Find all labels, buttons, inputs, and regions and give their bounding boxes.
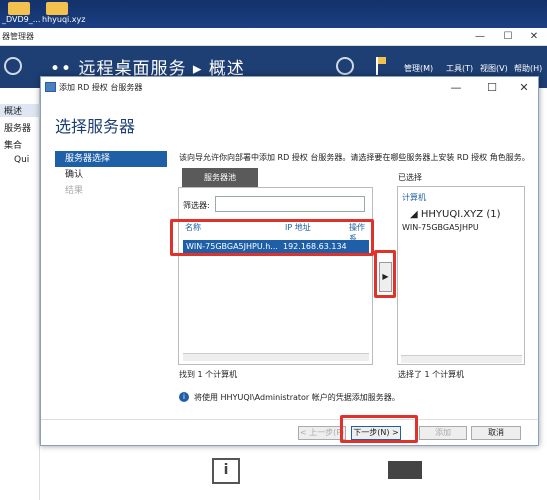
watermark: CSDN @古青腰 [483,486,541,495]
wizard-steps: 服务器选择 确认 结果 [55,151,167,199]
desktop: _DVD9_... hhyuqi.xyz [0,0,547,28]
server-tile-icon [388,461,422,479]
back-arrow-icon[interactable] [4,57,22,75]
menu-help[interactable]: 帮助(H) [514,63,542,74]
footer-divider [41,419,538,420]
horizontal-scrollbar[interactable] [183,353,369,361]
filter-label: 筛选器: [183,201,210,210]
info-tile-icon: i [212,458,240,484]
dialog-heading: 选择服务器 [55,117,136,136]
dialog-titlebar: 添加 RD 授权 台服务器 — ☐ ✕ [41,77,538,99]
app-icon [45,82,56,92]
minimize-button[interactable]: — [470,30,490,43]
sidebar-item-quick[interactable]: Qui [0,155,40,165]
tab-server-pool[interactable]: 服务器池 [182,168,258,188]
sidebar-item-overview[interactable]: 概述 [0,104,40,117]
selected-label: 已选择 [398,173,422,182]
menu-manage[interactable]: 管理(M) [404,63,433,74]
notification-flag-icon[interactable] [376,57,386,75]
pool-count: 找到 1 个计算机 [179,370,238,379]
selected-count: 选择了 1 个计算机 [398,370,465,379]
selected-domain-group[interactable]: ◢ HHYUQI.XYZ (1) [410,209,501,220]
info-text: 将使用 HHYUQI\Administrator 帐户的凭据添加服务器。 [194,393,400,402]
folder-icon[interactable] [46,2,68,15]
wizard-description: 该向导允许你向部署中添加 RD 授权 台服务器。请选择要在哪些服务器上安装 RD… [179,153,530,162]
dialog-maximize-button[interactable]: ☐ [481,81,503,95]
folder-icon[interactable] [8,2,30,15]
add-button[interactable]: 添加 [419,426,467,440]
refresh-icon[interactable] [336,57,354,75]
maximize-button[interactable]: ☐ [498,30,518,43]
sidebar-item-servers[interactable]: 服务器 [0,121,40,134]
selected-server-item[interactable]: WIN-75GBGA5JHPU [402,223,479,232]
sidebar: 概述 服务器 集合 Qui [0,88,40,500]
server-pool-panel: 筛选器: 名称 IP 地址 操作系 WIN-75GBGA5JHPU.h... 1… [178,187,373,365]
annotation-highlight [374,250,396,298]
selected-column-header[interactable]: 计算机 [402,192,426,203]
menu-tools[interactable]: 工具(T) [446,63,473,74]
dialog-title: 添加 RD 授权 台服务器 [59,83,143,92]
step-result: 结果 [65,186,84,196]
horizontal-scrollbar[interactable] [401,355,522,363]
sidebar-item-collections[interactable]: 集合 [0,138,40,151]
close-button[interactable]: ✕ [524,30,544,43]
selected-panel: 计算机 ◢ HHYUQI.XYZ (1) WIN-75GBGA5JHPU [397,186,525,365]
dialog-close-button[interactable]: ✕ [513,81,535,95]
back-titlebar: 器管理器 — ☐ ✕ [0,28,547,46]
prev-button[interactable]: < 上一步(P) [298,426,346,440]
add-license-server-dialog: 添加 RD 授权 台服务器 — ☐ ✕ 选择服务器 服务器选择 确认 结果 该向… [40,76,539,446]
menu-view[interactable]: 视图(V) [480,63,508,74]
cancel-button[interactable]: 取消 [471,426,521,440]
step-server-selection[interactable]: 服务器选择 [55,151,167,167]
info-icon: i [179,392,189,402]
window-title: 器管理器 [2,32,34,41]
annotation-highlight [340,415,418,443]
desktop-icon-label: _DVD9_... [2,15,41,24]
dialog-minimize-button[interactable]: — [445,81,467,95]
filter-input[interactable] [215,196,365,212]
step-confirm[interactable]: 确认 [55,167,167,183]
desktop-icon-label: hhyuqi.xyz [42,15,86,24]
annotation-highlight [170,219,374,256]
